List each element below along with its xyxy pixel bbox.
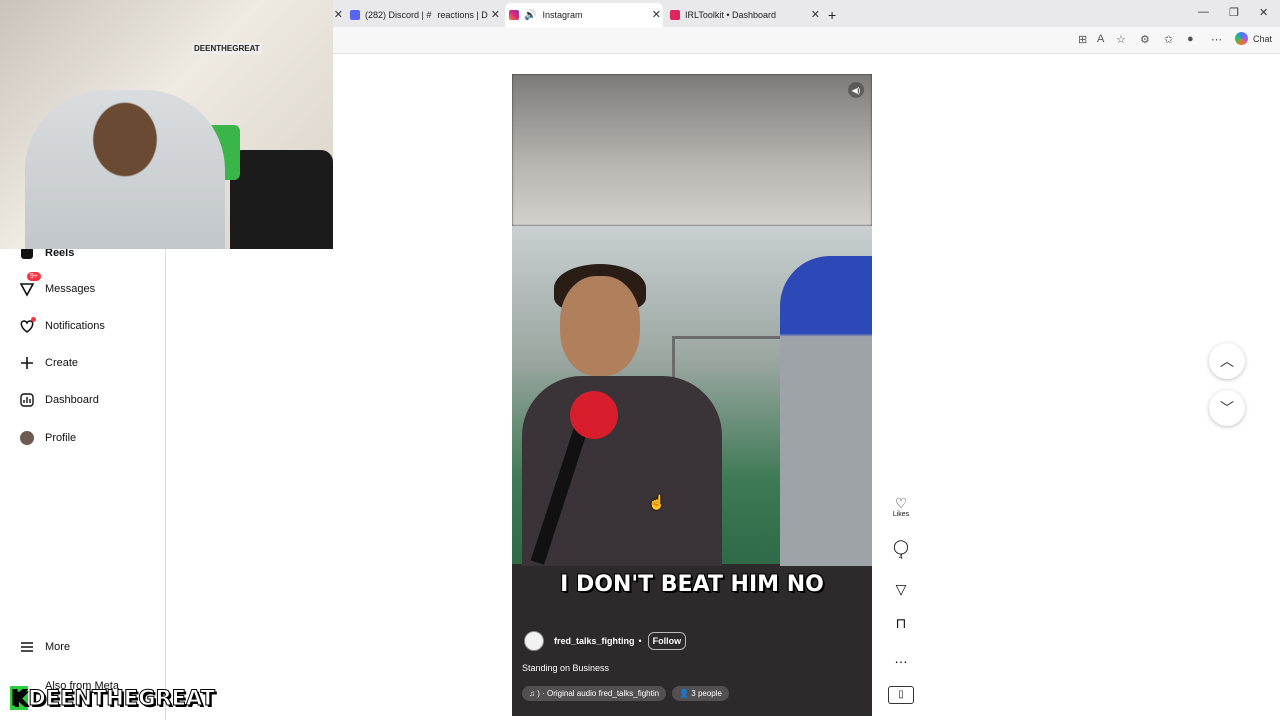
favorite-star-icon[interactable]: ☆ [1116,33,1126,46]
bookmark-icon: ⊓ [895,615,907,631]
restore-icon[interactable]: ❐ [1229,6,1239,19]
heart-icon [18,317,36,335]
profile-icon[interactable]: ● [1187,33,1194,45]
sidebar-item-notifications[interactable]: Notifications [18,317,105,335]
more-icon[interactable]: ⋯ [1211,33,1222,46]
reel-scene [512,226,872,566]
tab-label: (282) Discord | # [365,10,432,20]
favorites-icon[interactable]: ✩ [1164,33,1173,46]
person-icon: 👤 [679,689,690,698]
plus-icon [18,354,36,372]
reel-audio-row: ♫ ) · Original audio fred_talks_fightin … [522,686,735,701]
new-tab-button[interactable]: + [828,3,848,27]
irltoolkit-icon [670,10,680,20]
share-button[interactable]: ▽ [888,581,914,597]
sidebar-item-label: Notifications [45,320,105,332]
send-icon: ▽ [895,581,907,597]
video-caption: I DON'T BEAT HIM NO [560,572,824,597]
chevron-up-icon: ︿ [1220,353,1234,369]
people-count: 3 people [691,689,722,698]
mouse-cursor: ☝ [648,494,666,510]
tab-label: IRLToolkit • Dashboard [685,10,777,20]
audio-thumbnail[interactable]: ▯ [888,686,914,704]
comment-icon: ◯ [893,538,909,554]
sidebar-item-label: Profile [45,432,77,444]
chevron-down-icon: ﹀ [1220,400,1234,416]
sidebar-item-label: More [45,641,71,653]
speaker-icon[interactable]: 🔊 [524,10,536,21]
streamer-logo-initial: K [10,686,29,711]
gaming-chair [230,150,333,249]
avatar [18,429,36,447]
read-aloud-icon[interactable]: A [1097,33,1104,45]
close-icon[interactable]: ✕ [652,8,661,21]
extensions-icon[interactable]: ⚙ [1140,33,1150,46]
more-options-button[interactable]: … [888,650,914,666]
save-button[interactable]: ⊓ [888,615,914,631]
streamer-name-overlay: KDEENTHEGREAT [10,686,216,711]
like-button[interactable]: ♡ Likes [888,495,914,518]
minimize-icon[interactable]: — [1198,6,1209,18]
reel-video[interactable]: ◀) I DON'T BEAT HIM NO fred_talks_fighti… [512,74,872,716]
tab-label: Instagram [542,10,583,20]
sidebar-item-label: Messages [45,283,96,295]
sound-icon[interactable]: ◀) [848,82,864,98]
reel-blurred-header [512,74,872,226]
copilot-icon [1234,32,1248,45]
person-right [780,256,872,566]
instagram-icon [509,10,519,20]
audio-label: ♫ ) · Original audio [529,689,597,698]
audio-chip[interactable]: ♫ ) · Original audio fred_talks_fightin [522,686,667,701]
sidebar-item-dashboard[interactable]: Dashboard [18,391,99,409]
sidebar-item-label: Dashboard [45,394,99,406]
people-chip[interactable]: 👤 3 people [672,686,729,701]
chat-label: Chat [1252,33,1272,44]
plus-icon: + [828,7,837,23]
comment-button[interactable]: ◯ 4 [888,538,914,561]
sidebar-item-label: Create [45,357,79,369]
app-available-icon[interactable]: ⊞ [1078,33,1087,46]
webcam-sign: DEENTHEGREAT [192,43,262,54]
tab-discord[interactable]: (282) Discord | # reactions | D ✕ [346,3,502,27]
microphone [570,391,618,439]
sidebar-item-create[interactable]: Create [18,354,78,372]
close-icon[interactable]: ✕ [491,8,500,21]
hamburger-icon [18,638,36,656]
next-reel-button[interactable]: ﹀ [1209,390,1245,426]
sidebar-item-messages[interactable]: 9+ Messages [18,272,96,298]
previous-reel-button[interactable]: ︿ [1209,343,1245,379]
author-username[interactable]: fred_talks_fighting [554,636,635,646]
chat-button[interactable]: Chat [1234,32,1272,45]
separator-dot: • [638,636,642,646]
heart-icon: ♡ [894,495,908,511]
likes-label: Likes [892,511,910,518]
comments-count: 4 [899,554,903,561]
webcam-overlay: DEENTHEGREAT [0,0,333,249]
tab-label-extra: reactions | D [437,10,488,20]
dashboard-icon [18,391,36,409]
author-avatar[interactable] [524,631,544,651]
ellipsis-icon: … [894,650,908,666]
tab-instagram[interactable]: 🔊 Instagram ✕ [505,3,663,27]
notification-dot [31,317,36,322]
tab-close-partial[interactable]: ✕ [333,3,345,27]
messages-badge: 9+ [27,272,41,281]
streamer-person [25,90,225,249]
reel-description: Standing on Business [522,663,610,673]
audio-thumbnail-icon: ▯ [888,686,914,704]
streamer-name: DEENTHEGREAT [28,686,216,711]
sidebar-item-profile[interactable]: Profile [18,429,76,447]
reel-author-row: fred_talks_fighting • Follow [524,631,687,651]
close-window-icon[interactable]: ✕ [1259,6,1268,19]
close-icon[interactable]: ✕ [334,8,343,21]
discord-icon [350,10,360,20]
close-icon[interactable]: ✕ [811,8,820,21]
follow-button[interactable]: Follow [647,632,687,650]
sidebar-item-more[interactable]: More [18,638,70,656]
tab-irltoolkit[interactable]: IRLToolkit • Dashboard ✕ [666,3,822,27]
audio-user: fred_talks_fightin [598,689,660,698]
person-face [560,276,640,376]
messages-icon: 9+ [18,272,41,298]
